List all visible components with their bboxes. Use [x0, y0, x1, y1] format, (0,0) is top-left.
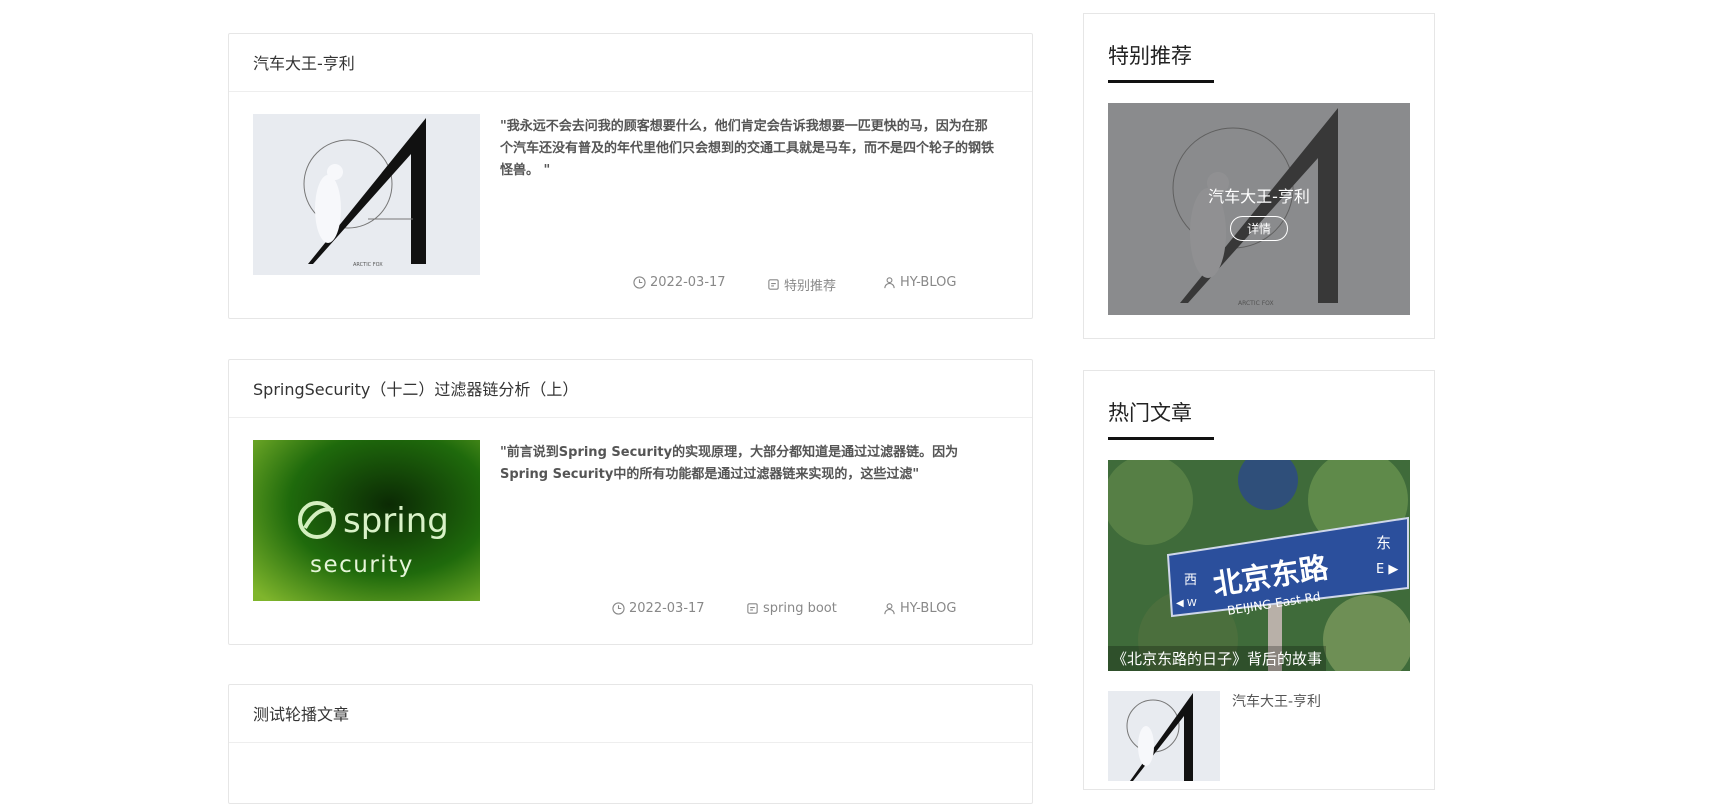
post-thumbnail[interactable]: ARCTIC FOX [253, 114, 480, 275]
post-author: HY-BLOG [883, 601, 956, 616]
post-card: 测试轮播文章 [228, 684, 1033, 804]
date-text: 2022-03-17 [629, 601, 705, 616]
sign-w-text: ◀ W [1176, 598, 1197, 609]
divider [229, 417, 1032, 418]
author-text: HY-BLOG [900, 275, 957, 290]
clock-icon [633, 276, 646, 289]
heading-underline [1108, 437, 1214, 440]
post-category[interactable]: 特别推荐 [767, 275, 836, 294]
sign-west-text: 西 [1184, 573, 1197, 588]
heading-underline [1108, 80, 1214, 83]
panel-heading: 特别推荐 [1108, 44, 1192, 68]
divider [229, 91, 1032, 92]
category-icon [747, 603, 758, 614]
post-date: 2022-03-17 [612, 601, 705, 616]
user-icon [884, 603, 895, 615]
clock-icon [612, 602, 625, 615]
user-icon [884, 277, 895, 289]
sign-east-text: 东 [1376, 534, 1391, 552]
author-text: HY-BLOG [900, 601, 957, 616]
security-logo-text: security [310, 552, 414, 578]
hot-item-thumbnail[interactable] [1108, 691, 1220, 781]
special-recommend-panel: 特别推荐 ARCTIC FOX 汽车大王-亨利 详情 [1083, 13, 1435, 339]
post-title[interactable]: SpringSecurity（十二）过滤器链分析（上） [253, 376, 578, 400]
date-text: 2022-03-17 [650, 275, 726, 290]
post-excerpt: "前言说到Spring Security的实现原理，大部分都知道是通过过滤器链。… [500, 445, 959, 482]
post-date: 2022-03-17 [633, 275, 726, 290]
hot-featured-article[interactable]: 北京东路 BEIJING East Rd 西 东 ◀ W E ▶ 《北京东路的日… [1108, 460, 1410, 671]
post-card: 汽车大王-亨利 ARCTIC FOX "我永远不会去问我的顾客想要什么，他们肯定… [228, 33, 1033, 319]
post-card: SpringSecurity（十二）过滤器链分析（上） spring secur… [228, 359, 1033, 645]
post-author: HY-BLOG [883, 275, 956, 290]
spring-logo-text: spring [343, 501, 449, 541]
post-excerpt: "我永远不会去问我的顾客想要什么，他们肯定会告诉我想要一匹更快的马，因为在那个汽… [500, 119, 995, 178]
post-category[interactable]: spring boot [746, 601, 837, 616]
panel-heading: 热门文章 [1108, 401, 1192, 425]
post-title[interactable]: 测试轮播文章 [253, 701, 349, 725]
category-text[interactable]: 特别推荐 [784, 275, 836, 294]
category-icon [768, 279, 779, 290]
special-item-title[interactable]: 汽车大王-亨利 [1108, 183, 1410, 207]
divider [229, 742, 1032, 743]
post-title[interactable]: 汽车大王-亨利 [253, 50, 355, 74]
sign-e-text: E ▶ [1376, 562, 1398, 577]
category-text[interactable]: spring boot [763, 601, 837, 616]
art-text: ARCTIC FOX [353, 262, 383, 268]
post-thumbnail[interactable]: spring security [253, 440, 480, 601]
hot-articles-panel: 热门文章 北京东路 BEIJING East Rd 西 东 ◀ W E ▶ 《北… [1083, 370, 1435, 790]
special-recommend-item[interactable]: ARCTIC FOX 汽车大王-亨利 详情 [1108, 103, 1410, 315]
hot-item-title[interactable]: 汽车大王-亨利 [1232, 691, 1321, 711]
hot-featured-caption[interactable]: 《北京东路的日子》背后的故事 [1108, 646, 1327, 671]
detail-button[interactable]: 详情 [1229, 216, 1289, 241]
